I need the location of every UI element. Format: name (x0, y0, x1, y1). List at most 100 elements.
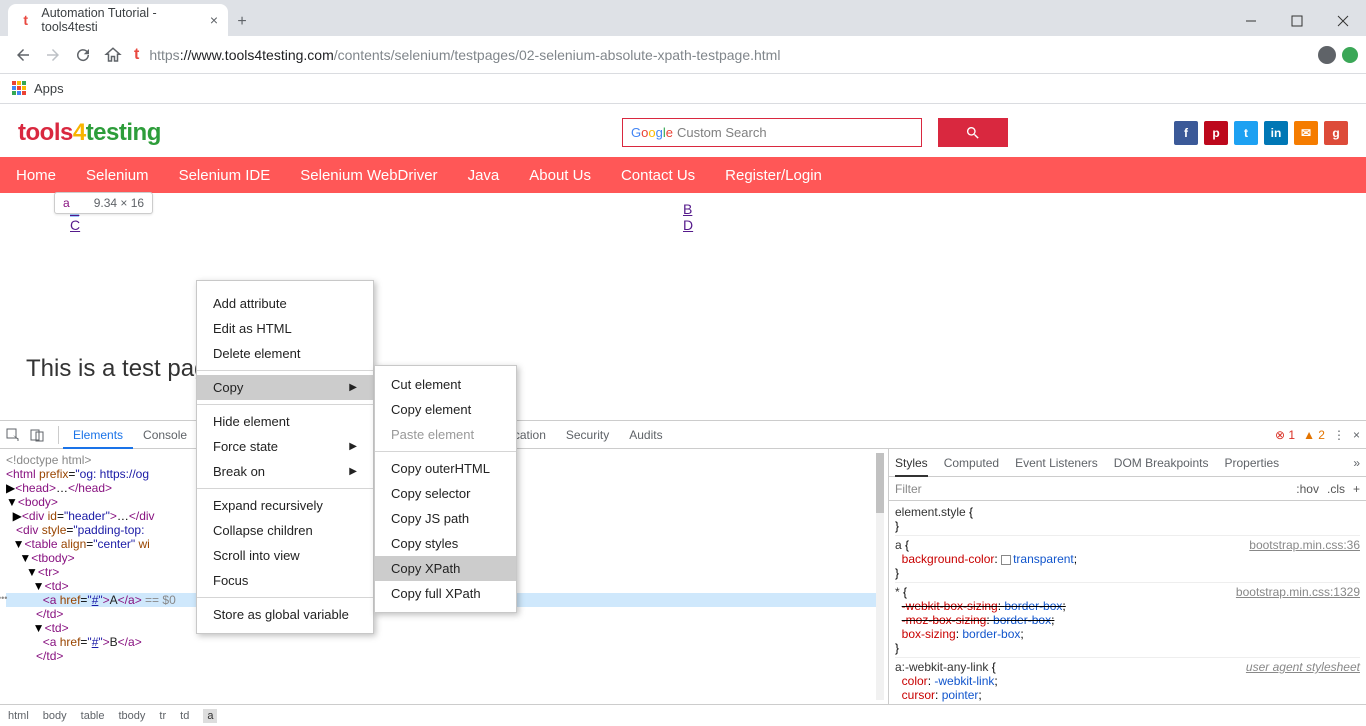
styles-tabs: Styles Computed Event Listeners DOM Brea… (889, 449, 1366, 477)
ctx-store-global[interactable]: Store as global variable (197, 602, 373, 627)
crumb-td[interactable]: td (180, 710, 189, 722)
search-button[interactable] (938, 118, 1008, 147)
ctx-break-on[interactable]: Break on▶ (197, 459, 373, 484)
devtools-menu-icon[interactable]: ⋮ (1333, 428, 1345, 442)
css-rules[interactable]: element.style { } bootstrap.min.css:36a … (889, 501, 1366, 704)
back-button[interactable] (8, 40, 38, 70)
link-c[interactable]: C (70, 217, 80, 233)
ctx-copy-full-xpath[interactable]: Copy full XPath (375, 581, 516, 606)
ctx-force-state[interactable]: Force state▶ (197, 434, 373, 459)
ctx-copy-element[interactable]: Copy element (375, 397, 516, 422)
minimize-button[interactable] (1228, 6, 1274, 36)
browser-titlebar: t Automation Tutorial - tools4testi × + (0, 0, 1366, 36)
device-icon[interactable] (30, 428, 54, 442)
sp-tab-properties[interactable]: Properties (1224, 456, 1279, 470)
nav-contact[interactable]: Contact Us (621, 167, 695, 184)
crumb-a[interactable]: a (203, 709, 217, 723)
site-logo[interactable]: tools4testing (18, 119, 161, 147)
sp-tab-styles[interactable]: Styles (895, 449, 928, 477)
page-content: A C B D (0, 193, 1366, 241)
tab-audits[interactable]: Audits (619, 421, 672, 449)
styles-panel: Styles Computed Event Listeners DOM Brea… (888, 449, 1366, 704)
apps-label[interactable]: Apps (34, 81, 64, 96)
error-badge[interactable]: ⊗ 1 (1275, 428, 1295, 442)
ctx-collapse[interactable]: Collapse children (197, 518, 373, 543)
ctx-copy-jspath[interactable]: Copy JS path (375, 506, 516, 531)
main-navbar: Home Selenium Selenium IDE Selenium WebD… (0, 157, 1366, 193)
sp-tab-listeners[interactable]: Event Listeners (1015, 456, 1098, 470)
add-rule-icon[interactable]: + (1353, 482, 1360, 496)
twitter-icon[interactable]: t (1234, 121, 1258, 145)
styles-filter-bar: Filter :hov .cls + (889, 477, 1366, 501)
google-logo-icon: Google (631, 125, 673, 140)
gplus-icon[interactable]: g (1324, 121, 1348, 145)
ctx-scroll[interactable]: Scroll into view (197, 543, 373, 568)
ctx-edit-html[interactable]: Edit as HTML (197, 316, 373, 341)
url-favicon-icon: t (134, 46, 139, 64)
crumb-tbody[interactable]: tbody (119, 710, 146, 722)
bookmarks-bar: Apps (0, 74, 1366, 104)
sp-tab-breakpoints[interactable]: DOM Breakpoints (1114, 456, 1209, 470)
nav-webdriver[interactable]: Selenium WebDriver (300, 167, 437, 184)
favicon-icon: t (18, 12, 33, 28)
ctx-copy-xpath[interactable]: Copy XPath (375, 556, 516, 581)
nav-ide[interactable]: Selenium IDE (179, 167, 271, 184)
breadcrumb: html body table tbody tr td a (0, 704, 1366, 726)
link-b[interactable]: B (683, 201, 692, 217)
cls-toggle[interactable]: .cls (1327, 482, 1345, 496)
context-menu-main: Add attribute Edit as HTML Delete elemen… (196, 280, 374, 634)
ctx-add-attribute[interactable]: Add attribute (197, 291, 373, 316)
ctx-delete[interactable]: Delete element (197, 341, 373, 366)
crumb-table[interactable]: table (81, 710, 105, 722)
address-bar[interactable]: t https://www.tools4testing.com/contents… (134, 40, 1306, 70)
profile-avatar-icon[interactable] (1318, 46, 1336, 64)
link-d[interactable]: D (683, 217, 693, 233)
ctx-copy-selector[interactable]: Copy selector (375, 481, 516, 506)
facebook-icon[interactable]: f (1174, 121, 1198, 145)
browser-tab[interactable]: t Automation Tutorial - tools4testi × (8, 4, 228, 36)
nav-home[interactable]: Home (16, 167, 56, 184)
filter-input[interactable]: Filter (895, 482, 922, 496)
site-header: tools4testing Google Custom Search f p t… (0, 104, 1366, 157)
social-icons: f p t in ✉ g (1174, 121, 1348, 145)
chevron-right-icon: ▶ (349, 466, 357, 477)
maximize-button[interactable] (1274, 6, 1320, 36)
apps-icon[interactable] (12, 81, 28, 97)
inspect-tooltip: a 9.34 × 16 (54, 192, 153, 214)
home-button[interactable] (98, 40, 128, 70)
ctx-copy-styles[interactable]: Copy styles (375, 531, 516, 556)
sp-tab-computed[interactable]: Computed (944, 456, 999, 470)
more-icon[interactable]: » (1353, 456, 1360, 470)
reload-button[interactable] (68, 40, 98, 70)
ctx-copy[interactable]: Copy▶ (197, 375, 373, 400)
linkedin-icon[interactable]: in (1264, 121, 1288, 145)
tab-console[interactable]: Console (133, 421, 197, 449)
tab-elements[interactable]: Elements (63, 421, 133, 449)
nav-java[interactable]: Java (468, 167, 500, 184)
tab-security[interactable]: Security (556, 421, 619, 449)
nav-about[interactable]: About Us (529, 167, 591, 184)
devtools-close-icon[interactable]: × (1353, 428, 1360, 442)
scrollbar-thumb[interactable] (876, 453, 884, 513)
warning-badge[interactable]: ▲ 2 (1303, 428, 1325, 442)
ctx-copy-outerhtml[interactable]: Copy outerHTML (375, 456, 516, 481)
hov-toggle[interactable]: :hov (1296, 482, 1319, 496)
pinterest-icon[interactable]: p (1204, 121, 1228, 145)
extension-icon[interactable] (1342, 47, 1358, 63)
crumb-tr[interactable]: tr (159, 710, 166, 722)
inspect-icon[interactable] (6, 428, 30, 442)
new-tab-button[interactable]: + (228, 8, 256, 36)
crumb-html[interactable]: html (8, 710, 29, 722)
forward-button[interactable] (38, 40, 68, 70)
ctx-expand[interactable]: Expand recursively (197, 493, 373, 518)
custom-search-input[interactable]: Google Custom Search (622, 118, 922, 147)
ctx-cut-element[interactable]: Cut element (375, 372, 516, 397)
ctx-focus[interactable]: Focus (197, 568, 373, 593)
crumb-body[interactable]: body (43, 710, 67, 722)
close-button[interactable] (1320, 6, 1366, 36)
tab-close-icon[interactable]: × (210, 12, 218, 28)
nav-register[interactable]: Register/Login (725, 167, 822, 184)
nav-selenium[interactable]: Selenium (86, 167, 149, 184)
ctx-hide[interactable]: Hide element (197, 409, 373, 434)
mail-icon[interactable]: ✉ (1294, 121, 1318, 145)
